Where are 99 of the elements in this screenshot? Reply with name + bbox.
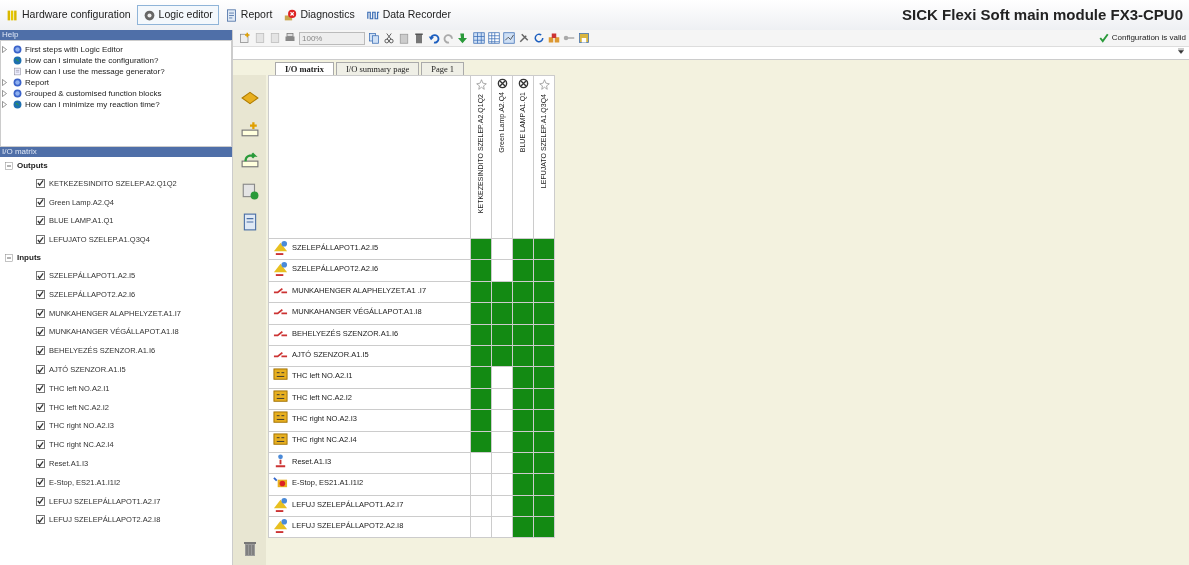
matrix-cell[interactable] xyxy=(491,452,513,474)
save-icon[interactable] xyxy=(578,32,590,44)
document-icon xyxy=(224,8,238,22)
module-icon xyxy=(6,8,19,22)
help-link[interactable]: How can I simulate the configuration? xyxy=(25,54,159,67)
tools-icon[interactable] xyxy=(518,32,530,44)
collapse-icon[interactable] xyxy=(5,253,13,262)
matrix-cell[interactable] xyxy=(491,366,513,389)
checkbox[interactable] xyxy=(36,477,45,487)
checkbox[interactable] xyxy=(36,440,45,450)
help-link[interactable]: How can I minimize my reaction time? xyxy=(25,98,160,111)
block-icon xyxy=(273,389,288,405)
document-icon xyxy=(13,67,22,76)
globe-icon xyxy=(13,100,22,109)
tree-group-label: Outputs xyxy=(17,159,48,172)
nav-tab[interactable]: Data Recorder xyxy=(360,5,457,25)
add-icon[interactable] xyxy=(239,32,251,44)
page-add-icon[interactable] xyxy=(240,182,259,200)
valve-icon xyxy=(538,78,550,91)
checkbox[interactable] xyxy=(36,496,45,506)
dropdown-icon xyxy=(1177,47,1185,55)
matrix-cell[interactable] xyxy=(470,495,492,517)
expand-icon[interactable] xyxy=(1,99,9,109)
help-link[interactable]: First steps with Logic Editor xyxy=(25,43,123,56)
help-icon xyxy=(13,45,22,54)
nav-tab[interactable]: Diagnostics xyxy=(278,5,361,25)
block-icon xyxy=(273,432,288,448)
trash-icon[interactable] xyxy=(413,32,425,44)
checkbox[interactable] xyxy=(36,235,45,245)
checkbox[interactable] xyxy=(36,197,45,207)
checkbox[interactable] xyxy=(36,178,45,188)
scissors-icon[interactable] xyxy=(383,32,395,44)
matrix-cell[interactable] xyxy=(491,388,513,410)
checkbox[interactable] xyxy=(36,308,45,318)
matrix-cell[interactable] xyxy=(491,516,513,538)
reset-icon xyxy=(273,453,288,469)
page-tab[interactable]: I/O matrix xyxy=(275,62,334,75)
sensor-icon xyxy=(273,261,288,277)
modules-icon[interactable] xyxy=(548,32,560,44)
undo-icon[interactable] xyxy=(428,32,440,44)
checkbox[interactable] xyxy=(36,365,45,375)
globe-icon xyxy=(13,56,22,65)
gear-icon xyxy=(142,8,156,22)
matrix-cell[interactable] xyxy=(470,516,492,538)
page-tab[interactable]: Page 1 xyxy=(421,62,465,75)
sensor-icon xyxy=(273,240,288,256)
panel-title: I/O matrix xyxy=(2,147,37,156)
checkbox[interactable] xyxy=(36,346,45,356)
module-title: SICK Flexi Soft main module FX3-CPU0 xyxy=(902,4,1184,25)
grid-icon[interactable] xyxy=(473,32,485,44)
checkbox[interactable] xyxy=(36,289,45,299)
checkbox[interactable] xyxy=(36,402,45,412)
matrix-cell[interactable] xyxy=(491,473,513,496)
error-icon xyxy=(284,8,298,22)
lamp-icon xyxy=(517,78,529,89)
tree-group-label: Inputs xyxy=(17,251,41,264)
grid-icon[interactable] xyxy=(488,32,500,44)
expand-icon[interactable] xyxy=(1,88,9,98)
checkbox[interactable] xyxy=(36,327,45,337)
checkbox[interactable] xyxy=(36,271,45,281)
print-icon[interactable] xyxy=(284,32,296,44)
checkbox[interactable] xyxy=(36,216,45,226)
help-link[interactable]: How can I use the message generator? xyxy=(25,65,165,78)
export-icon[interactable] xyxy=(240,151,259,169)
collapse-icon[interactable] xyxy=(5,161,13,170)
tray-icon[interactable] xyxy=(240,89,259,107)
sensor-icon xyxy=(273,518,288,534)
expand-icon[interactable] xyxy=(1,44,9,54)
copy-icon[interactable] xyxy=(368,32,380,44)
matrix-cell[interactable] xyxy=(491,495,513,517)
add-icon[interactable] xyxy=(240,120,259,138)
checkbox[interactable] xyxy=(36,459,45,469)
help-link[interactable]: Report xyxy=(25,76,49,89)
matrix-cell[interactable] xyxy=(470,452,492,474)
matrix-cell[interactable] xyxy=(491,409,513,431)
matrix-cell[interactable] xyxy=(491,238,513,260)
matrix-cell[interactable] xyxy=(491,431,513,453)
lamp-icon xyxy=(496,78,508,89)
sensor-icon xyxy=(273,496,288,512)
matrix-cell[interactable] xyxy=(491,259,513,282)
nav-tab[interactable]: Hardware configuration xyxy=(0,5,137,25)
arrow-icon[interactable] xyxy=(458,32,470,44)
status-text: Configuration is valid xyxy=(1111,32,1186,44)
check-icon xyxy=(1098,33,1109,43)
help-link[interactable]: Grouped & customised function blocks xyxy=(25,87,162,100)
matrix-cell[interactable] xyxy=(470,473,492,496)
page-icon[interactable] xyxy=(254,32,266,44)
expand-icon[interactable] xyxy=(1,77,9,87)
page-tab[interactable]: I/O summary page xyxy=(335,62,420,75)
panel-title: Help xyxy=(2,30,19,40)
checkbox[interactable] xyxy=(36,383,45,393)
nav-tab[interactable]: Report xyxy=(218,5,279,25)
valve-icon xyxy=(475,78,487,91)
nav-tab[interactable]: Logic editor xyxy=(136,5,219,25)
refresh-icon[interactable] xyxy=(533,32,545,44)
page-icon[interactable] xyxy=(269,32,281,44)
checkbox[interactable] xyxy=(36,515,45,525)
checkbox[interactable] xyxy=(36,421,45,431)
chart-icon[interactable] xyxy=(503,32,515,44)
